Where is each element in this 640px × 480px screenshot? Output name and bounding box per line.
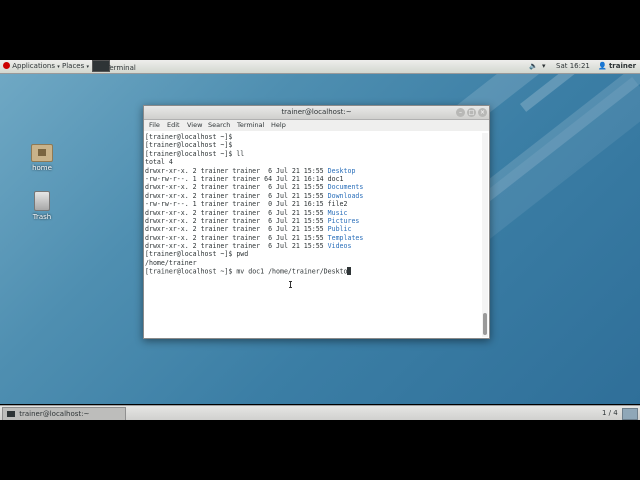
- listing-directory-name: Desktop: [327, 166, 356, 175]
- listing-row: drwxr-xr-x. 2 trainer trainer 6 Jul 21 1…: [145, 167, 480, 175]
- listing-directory-name: Music: [327, 208, 348, 217]
- listing-directory-name: Downloads: [327, 191, 364, 200]
- mouse-ibeam-cursor: [289, 281, 292, 288]
- listing-directory-name: Documents: [327, 183, 364, 192]
- listing-directory-name: Videos: [327, 242, 352, 251]
- bottom-panel: trainer@localhost:~ 1 / 4: [0, 405, 640, 420]
- places-menu[interactable]: Places ▾: [62, 60, 89, 73]
- listing-meta: drwxr-xr-x. 2 trainer trainer 6 Jul 21 1…: [145, 242, 328, 251]
- terminal-line: [trainer@localhost ~]$ ll: [145, 149, 245, 158]
- listing-row: drwxr-xr-x. 2 trainer trainer 6 Jul 21 1…: [145, 183, 480, 191]
- user-menu[interactable]: 👤 trainer: [598, 60, 636, 73]
- scrollbar[interactable]: [482, 133, 488, 337]
- listing-file-name: file2: [327, 200, 348, 209]
- menu-edit[interactable]: Edit: [167, 120, 180, 131]
- volume-icon[interactable]: 🔈: [529, 60, 538, 73]
- desktop-icon-home[interactable]: home: [20, 144, 64, 172]
- terminal-line: total 4: [145, 158, 173, 167]
- listing-meta: drwxr-xr-x. 2 trainer trainer 6 Jul 21 1…: [145, 166, 328, 175]
- text-cursor: [347, 267, 352, 275]
- user-icon: 👤: [598, 62, 607, 70]
- clock[interactable]: Sat 16:21: [556, 60, 590, 73]
- desktop-icon-label: Trash: [32, 213, 52, 221]
- places-label: Places: [62, 62, 85, 70]
- listing-meta: drwxr-xr-x. 2 trainer trainer 6 Jul 21 1…: [145, 183, 328, 192]
- scrollbar-thumb[interactable]: [483, 313, 487, 335]
- listing-directory-name: Public: [327, 225, 352, 234]
- chevron-down-icon: ▾: [57, 64, 60, 70]
- listing-row: drwxr-xr-x. 2 trainer trainer 6 Jul 21 1…: [145, 209, 480, 217]
- menu-file[interactable]: File: [149, 120, 160, 131]
- listing-directory-name: Templates: [327, 233, 364, 242]
- desktop-icon-trash[interactable]: Trash: [20, 191, 64, 221]
- top-panel: Applications ▾ Places ▾ Terminal 🔈 ▾ Sat…: [0, 60, 640, 74]
- user-label: trainer: [608, 62, 637, 70]
- listing-meta: drwxr-xr-x. 2 trainer trainer 6 Jul 21 1…: [145, 233, 328, 242]
- workspace-switcher[interactable]: [622, 408, 638, 420]
- listing-meta: -rw-rw-r--. 1 trainer trainer 64 Jul 21 …: [145, 174, 328, 183]
- terminal-titlebar[interactable]: trainer@localhost:~ – □ ×: [144, 106, 489, 120]
- listing-row: drwxr-xr-x. 2 trainer trainer 6 Jul 21 1…: [145, 234, 480, 242]
- menu-search[interactable]: Search: [208, 120, 230, 131]
- terminal-menubar: File Edit View Search Terminal Help: [144, 120, 489, 131]
- listing-file-name: doc1: [327, 174, 344, 183]
- terminal-taskbar-item[interactable]: Terminal: [92, 60, 136, 73]
- menu-terminal[interactable]: Terminal: [237, 120, 264, 131]
- listing-row: drwxr-xr-x. 2 trainer trainer 6 Jul 21 1…: [145, 225, 480, 233]
- menu-help[interactable]: Help: [271, 120, 286, 131]
- terminal-line: [trainer@localhost ~]$: [145, 133, 233, 141]
- taskbar-window-label: trainer@localhost:~: [19, 410, 90, 418]
- listing-meta: drwxr-xr-x. 2 trainer trainer 6 Jul 21 1…: [145, 208, 328, 217]
- listing-row: -rw-rw-r--. 1 trainer trainer 64 Jul 21 …: [145, 175, 480, 183]
- taskbar-window-button[interactable]: trainer@localhost:~: [2, 407, 126, 420]
- minimize-icon[interactable]: –: [456, 108, 465, 117]
- terminal-line: /home/trainer: [145, 258, 197, 267]
- listing-meta: -rw-rw-r--. 1 trainer trainer 0 Jul 21 1…: [145, 200, 328, 209]
- redhat-icon: [3, 62, 10, 69]
- listing-meta: drwxr-xr-x. 2 trainer trainer 6 Jul 21 1…: [145, 225, 328, 234]
- folder-home-icon: [31, 144, 53, 162]
- desktop-icon-label: home: [32, 164, 52, 172]
- workspace-indicator: 1 / 4: [602, 409, 618, 417]
- terminal-line: [trainer@localhost ~]$: [145, 141, 233, 150]
- terminal-window[interactable]: trainer@localhost:~ – □ × File Edit View…: [143, 105, 490, 339]
- listing-row: -rw-rw-r--. 1 trainer trainer 0 Jul 21 1…: [145, 200, 480, 208]
- listing-row: drwxr-xr-x. 2 trainer trainer 6 Jul 21 1…: [145, 242, 480, 250]
- trash-icon: [34, 191, 50, 211]
- terminal-output[interactable]: [trainer@localhost ~]$ [trainer@localhos…: [145, 133, 480, 337]
- window-title: trainer@localhost:~: [281, 108, 352, 116]
- chevron-down-icon: ▾: [542, 62, 546, 70]
- applications-menu[interactable]: Applications ▾: [3, 60, 60, 73]
- terminal-task-label: Terminal: [106, 64, 136, 72]
- close-icon[interactable]: ×: [478, 108, 487, 117]
- listing-row: drwxr-xr-x. 2 trainer trainer 6 Jul 21 1…: [145, 192, 480, 200]
- directory-listing: drwxr-xr-x. 2 trainer trainer 6 Jul 21 1…: [145, 167, 480, 251]
- listing-row: drwxr-xr-x. 2 trainer trainer 6 Jul 21 1…: [145, 217, 480, 225]
- chevron-down-icon: ▾: [86, 64, 90, 70]
- menu-view[interactable]: View: [187, 120, 202, 131]
- listing-directory-name: Pictures: [327, 216, 360, 225]
- terminal-line-current: [trainer@localhost ~]$ mv doc1 /home/tra…: [145, 267, 480, 276]
- maximize-icon[interactable]: □: [467, 108, 476, 117]
- terminal-icon: [7, 411, 15, 417]
- terminal-line: [trainer@localhost ~]$ pwd: [145, 250, 249, 259]
- applications-label: Applications: [12, 62, 55, 70]
- listing-meta: drwxr-xr-x. 2 trainer trainer 6 Jul 21 1…: [145, 216, 328, 225]
- listing-meta: drwxr-xr-x. 2 trainer trainer 6 Jul 21 1…: [145, 191, 328, 200]
